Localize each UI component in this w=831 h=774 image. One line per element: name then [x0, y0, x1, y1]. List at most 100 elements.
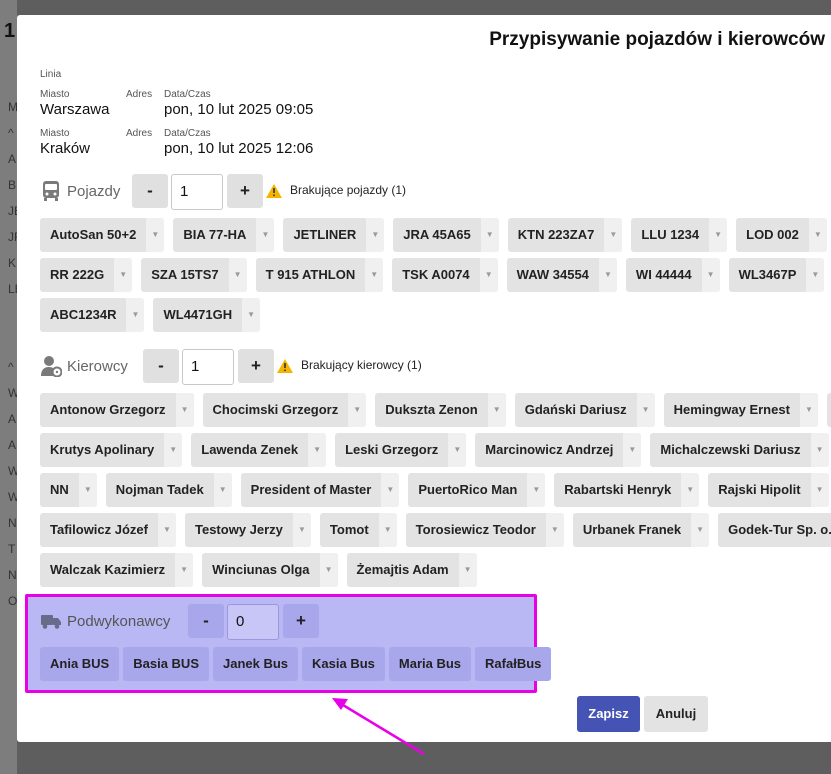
caret-down-icon[interactable]: ▼ — [175, 393, 194, 427]
caret-down-icon[interactable]: ▼ — [799, 393, 818, 427]
driver-chip[interactable]: Testowy Jerzy ▼ — [185, 513, 311, 547]
save-button[interactable]: Zapisz — [577, 696, 640, 732]
driver-chip[interactable]: NN ▼ — [40, 473, 97, 507]
driver-chip[interactable]: Tomot ▼ — [319, 513, 397, 547]
vehicle-chip[interactable]: WI 44444 ▼ — [625, 258, 720, 292]
caret-down-icon[interactable]: ▼ — [242, 298, 261, 332]
vehicle-chip[interactable]: KTN 223ZA7 ▼ — [507, 218, 623, 252]
caret-down-icon[interactable]: ▼ — [598, 258, 617, 292]
caret-down-icon[interactable]: ▼ — [709, 218, 728, 252]
subcontractor-chip[interactable]: Maria Bus — [388, 647, 472, 681]
caret-down-icon[interactable]: ▼ — [158, 513, 176, 547]
subcontractor-chip[interactable]: Ania BUS — [40, 647, 120, 681]
vehicle-chip[interactable]: WAW 34554 ▼ — [506, 258, 617, 292]
vehicle-chip[interactable]: JETLINER ▼ — [283, 218, 385, 252]
caret-down-icon[interactable]: ▼ — [681, 473, 700, 507]
driver-chip[interactable]: Urbanek Franek ▼ — [572, 513, 710, 547]
driver-chip[interactable]: Rajski Hipolit ▼ — [708, 473, 829, 507]
vehicle-chip[interactable]: ABC1234R ▼ — [40, 298, 145, 332]
caret-down-icon[interactable]: ▼ — [806, 258, 825, 292]
subcontractors-increment-button[interactable]: + — [283, 604, 319, 638]
driver-chip[interactable]: Tafilowicz Józef ▼ — [40, 513, 176, 547]
vehicle-chip[interactable]: TSK A0074 ▼ — [392, 258, 498, 292]
driver-chip[interactable]: Walczak Kazimierz ▼ — [40, 553, 194, 587]
vehicle-chip[interactable]: RR 222G ▼ — [40, 258, 133, 292]
caret-down-icon[interactable]: ▼ — [319, 553, 338, 587]
caret-down-icon[interactable]: ▼ — [623, 433, 642, 467]
drivers-count-input[interactable]: 1 — [182, 349, 234, 385]
caret-down-icon[interactable]: ▼ — [175, 553, 194, 587]
caret-down-icon[interactable]: ▼ — [292, 513, 311, 547]
caret-down-icon[interactable]: ▼ — [480, 218, 499, 252]
vehicle-chip[interactable]: SZA 15TS7 ▼ — [141, 258, 247, 292]
drivers-increment-button[interactable]: + — [238, 349, 274, 383]
caret-down-icon[interactable]: ▼ — [381, 473, 400, 507]
vehicle-chip[interactable]: JRA 45A65 ▼ — [393, 218, 499, 252]
driver-chip[interactable]: Chocimski Grzegorz ▼ — [202, 393, 367, 427]
caret-down-icon[interactable]: ▼ — [365, 258, 384, 292]
driver-chip[interactable]: Godek-Tur Sp. o.o.▼ — [718, 513, 831, 547]
subcontractor-chip[interactable]: Kasia Bus — [302, 647, 385, 681]
driver-chip[interactable]: Hemingway Ernest ▼ — [663, 393, 818, 427]
driver-chip[interactable]: PuertoRico Man ▼ — [408, 473, 546, 507]
vehicle-chip[interactable]: WL4471GH ▼ — [153, 298, 261, 332]
vehicle-chip[interactable]: AutoSan 50+2 ▼ — [40, 218, 165, 252]
vehicles-increment-button[interactable]: + — [227, 174, 263, 208]
driver-chip[interactable]: President of Master ▼ — [240, 473, 400, 507]
driver-chip[interactable]: Lawenda Zenek ▼ — [191, 433, 327, 467]
cancel-button[interactable]: Anuluj — [644, 696, 708, 732]
driver-chip[interactable]: Leski Grzegorz ▼ — [335, 433, 467, 467]
caret-down-icon[interactable]: ▼ — [164, 433, 183, 467]
caret-down-icon[interactable]: ▼ — [527, 473, 546, 507]
caret-down-icon[interactable]: ▼ — [146, 218, 165, 252]
caret-down-icon[interactable]: ▼ — [487, 393, 506, 427]
driver-chip[interactable]: Krutys Apolinary ▼ — [40, 433, 183, 467]
caret-down-icon[interactable]: ▼ — [348, 393, 367, 427]
vehicle-chip[interactable]: BIA 77-HA ▼ — [173, 218, 275, 252]
subcontractor-chip[interactable]: RafałBus — [475, 647, 552, 681]
caret-down-icon[interactable]: ▼ — [78, 473, 97, 507]
caret-down-icon[interactable]: ▼ — [213, 473, 232, 507]
caret-down-icon[interactable]: ▼ — [378, 513, 397, 547]
vehicle-chip[interactable]: LLU 1234 ▼ — [631, 218, 728, 252]
caret-down-icon[interactable]: ▼ — [114, 258, 133, 292]
driver-chip[interactable]: Karski Jan▼ — [826, 393, 831, 427]
driver-chip[interactable]: Winciunas Olga ▼ — [202, 553, 338, 587]
caret-down-icon[interactable]: ▼ — [366, 218, 385, 252]
subcontractor-chip[interactable]: Janek Bus — [212, 647, 299, 681]
driver-chip[interactable]: Żemajtis Adam ▼ — [346, 553, 477, 587]
bus-icon — [43, 181, 59, 201]
caret-down-icon[interactable]: ▼ — [479, 258, 498, 292]
drivers-decrement-button[interactable]: - — [143, 349, 179, 383]
vehicle-chip[interactable]: LOD 002 ▼ — [736, 218, 827, 252]
caret-down-icon[interactable]: ▼ — [545, 513, 564, 547]
caret-down-icon[interactable]: ▼ — [691, 513, 710, 547]
vehicles-decrement-button[interactable]: - — [132, 174, 168, 208]
caret-down-icon[interactable]: ▼ — [810, 473, 829, 507]
caret-down-icon[interactable]: ▼ — [808, 218, 827, 252]
subcontractor-chip[interactable]: Basia BUS — [123, 647, 209, 681]
caret-down-icon[interactable]: ▼ — [810, 433, 829, 467]
vehicles-count-input[interactable]: 1 — [171, 174, 223, 210]
driver-chip[interactable]: Antonow Grzegorz ▼ — [40, 393, 194, 427]
caret-down-icon[interactable]: ▼ — [448, 433, 467, 467]
caret-down-icon[interactable]: ▼ — [256, 218, 275, 252]
caret-down-icon[interactable]: ▼ — [701, 258, 720, 292]
vehicle-chip[interactable]: WL3467P ▼ — [728, 258, 825, 292]
driver-chip[interactable]: Michalczewski Dariusz ▼ — [650, 433, 829, 467]
driver-chip[interactable]: Torosiewicz Teodor ▼ — [405, 513, 564, 547]
subcontractors-decrement-button[interactable]: - — [188, 604, 224, 638]
caret-down-icon[interactable]: ▼ — [228, 258, 247, 292]
caret-down-icon[interactable]: ▼ — [308, 433, 327, 467]
driver-chip[interactable]: Rabartski Henryk ▼ — [554, 473, 700, 507]
caret-down-icon[interactable]: ▼ — [604, 218, 623, 252]
caret-down-icon[interactable]: ▼ — [458, 553, 477, 587]
driver-chip[interactable]: Dukszta Zenon ▼ — [375, 393, 506, 427]
subcontractors-count-input[interactable]: 0 — [227, 604, 279, 640]
caret-down-icon[interactable]: ▼ — [126, 298, 145, 332]
driver-chip[interactable]: Marcinowicz Andrzej ▼ — [475, 433, 642, 467]
driver-chip[interactable]: Nojman Tadek ▼ — [105, 473, 232, 507]
caret-down-icon[interactable]: ▼ — [636, 393, 655, 427]
driver-chip[interactable]: Gdański Dariusz ▼ — [514, 393, 655, 427]
vehicle-chip[interactable]: T 915 ATHLON ▼ — [255, 258, 384, 292]
